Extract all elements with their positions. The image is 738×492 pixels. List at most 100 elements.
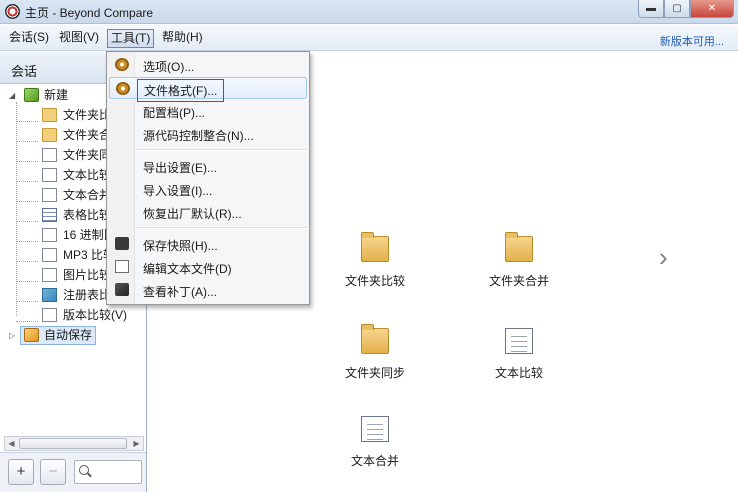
- close-button[interactable]: ✕: [690, 0, 734, 18]
- registry-icon: [42, 288, 57, 302]
- expand-icon[interactable]: ▷: [9, 331, 18, 340]
- horizontal-scrollbar[interactable]: ◀ ▶: [4, 436, 144, 451]
- sessions-header-label: 会话: [11, 64, 38, 79]
- tree-item-label: 自动保存: [44, 328, 93, 342]
- remove-session-button[interactable]: −: [40, 459, 66, 485]
- edit-file-icon: [115, 260, 129, 273]
- music-file-icon: [42, 248, 57, 262]
- folder-merge-icon: [505, 232, 533, 262]
- tile-folder-compare[interactable]: 文件夹比较: [320, 232, 430, 296]
- menu-item-view-patch[interactable]: 查看补丁(A)...: [109, 279, 307, 301]
- menu-item-save-snapshot[interactable]: 保存快照(H)...: [109, 233, 307, 255]
- menu-item-profiles[interactable]: 配置档(P)...: [109, 100, 307, 122]
- menu-session[interactable]: 会话(S): [6, 29, 52, 48]
- text-document-icon: [505, 328, 533, 354]
- add-session-button[interactable]: +: [8, 459, 34, 485]
- tile-label: 文本比较: [494, 366, 543, 380]
- scrollbar-thumb[interactable]: [19, 438, 127, 449]
- menu-item-label: 配置档(P)...: [143, 106, 205, 120]
- tile-label: 文件夹合并: [488, 274, 549, 288]
- next-page-arrow-icon[interactable]: ›: [659, 242, 668, 273]
- tree-guide-line: [16, 181, 38, 182]
- maximize-button[interactable]: ▢: [664, 0, 690, 18]
- menu-separator: [137, 227, 307, 229]
- scroll-left-icon[interactable]: ◀: [5, 437, 18, 450]
- tile-label: 文件夹比较: [344, 274, 405, 288]
- menu-item-options[interactable]: 选项(O)...: [109, 54, 307, 76]
- tile-folder-sync[interactable]: 文件夹同步: [320, 324, 430, 388]
- tree-guide-line: [16, 121, 38, 122]
- menu-tools[interactable]: 工具(T): [107, 29, 155, 48]
- menu-item-edit-text-file[interactable]: 编辑文本文件(D): [109, 256, 307, 278]
- table-icon: [42, 208, 57, 222]
- menu-item-restore-defaults[interactable]: 恢复出厂默认(R)...: [109, 201, 307, 223]
- tree-item-label: 版本比较(V): [63, 308, 127, 322]
- tree-guide-line: [16, 201, 38, 202]
- menu-view[interactable]: 视图(V): [56, 29, 102, 48]
- menu-item-label: 源代码控制整合(N)...: [143, 129, 254, 143]
- tree-guide-line: [16, 261, 38, 262]
- file-format-gear-icon: [116, 82, 130, 95]
- tree-item-label: 新建: [44, 88, 69, 102]
- folder-icon: [361, 232, 389, 262]
- collapse-icon[interactable]: ◢: [9, 91, 18, 100]
- tree-item-autosave[interactable]: ▷ 自动保存: [0, 326, 146, 345]
- menu-item-import-settings[interactable]: 导入设置(I)...: [109, 178, 307, 200]
- tree-guide-line: [16, 161, 38, 162]
- tree-guide-line: [16, 281, 38, 282]
- text-document-icon: [42, 168, 57, 182]
- menu-item-label: 文件格式(F)...: [137, 79, 225, 102]
- folder-icon: [42, 108, 57, 122]
- tools-menu: 选项(O)... 文件格式(F)... 配置档(P)... 源代码控制整合(N)…: [106, 51, 310, 305]
- window-controls: ▬ ▢ ✕: [638, 0, 734, 18]
- version-file-icon: [42, 308, 57, 322]
- tile-label: 文本合并: [350, 454, 399, 468]
- menu-bar: 会话(S) 视图(V) 工具(T) 帮助(H) 新版本可用...: [0, 25, 738, 51]
- minimize-button[interactable]: ▬: [638, 0, 664, 18]
- menu-item-label: 恢复出厂默认(R)...: [143, 207, 242, 221]
- title-bar: 主页 - Beyond Compare ▬ ▢ ✕: [0, 0, 738, 24]
- menu-item-label: 导入设置(I)...: [143, 184, 213, 198]
- tile-folder-merge[interactable]: 文件夹合并: [464, 232, 574, 296]
- folder-sync-icon: [361, 324, 389, 354]
- tree-item-label: 文本比较: [63, 168, 112, 182]
- new-session-cube-icon: [24, 88, 39, 102]
- tree-guide-line: [16, 241, 38, 242]
- session-search-field[interactable]: [74, 460, 142, 484]
- menu-item-label: 查看补丁(A)...: [143, 285, 217, 299]
- tree-guide-line: [16, 321, 38, 322]
- text-merge-icon: [361, 416, 389, 442]
- tile-text-merge[interactable]: 文本合并: [320, 416, 430, 476]
- search-icon: [79, 465, 89, 475]
- tree-item-version-compare[interactable]: 版本比较(V): [42, 306, 146, 325]
- gear-icon: [115, 58, 129, 71]
- tree-guide-line: [16, 221, 38, 222]
- tree-item-label: 图片比较: [63, 268, 112, 282]
- tree-item-label: 文本合并: [63, 188, 112, 202]
- tile-label: 文件夹同步: [344, 366, 405, 380]
- camera-icon: [115, 237, 129, 250]
- patch-icon: [115, 283, 129, 296]
- tree-guide-line: [16, 102, 17, 316]
- session-search-input[interactable]: [93, 464, 139, 480]
- tile-text-compare[interactable]: 文本比较: [464, 328, 574, 388]
- tree-item-label: 表格比较: [63, 208, 112, 222]
- text-merge-icon: [42, 188, 57, 202]
- menu-item-label: 编辑文本文件(D): [143, 262, 232, 276]
- tree-guide-line: [16, 141, 38, 142]
- scroll-right-icon[interactable]: ▶: [130, 437, 143, 450]
- menu-separator: [137, 149, 307, 151]
- menu-item-source-control[interactable]: 源代码控制整合(N)...: [109, 123, 307, 145]
- autosave-cube-icon: [24, 328, 39, 342]
- menu-item-export-settings[interactable]: 导出设置(E)...: [109, 155, 307, 177]
- sessions-toolbar: + −: [0, 452, 146, 492]
- window-title: 主页 - Beyond Compare: [25, 6, 154, 20]
- folder-sync-icon: [42, 148, 57, 162]
- menu-item-file-formats[interactable]: 文件格式(F)...: [109, 77, 307, 102]
- update-available-link[interactable]: 新版本可用...: [660, 33, 724, 49]
- menu-help[interactable]: 帮助(H): [159, 29, 206, 48]
- folder-merge-icon: [42, 128, 57, 142]
- menu-item-label: 保存快照(H)...: [143, 239, 218, 253]
- hex-document-icon: [42, 228, 57, 242]
- picture-file-icon: [42, 268, 57, 282]
